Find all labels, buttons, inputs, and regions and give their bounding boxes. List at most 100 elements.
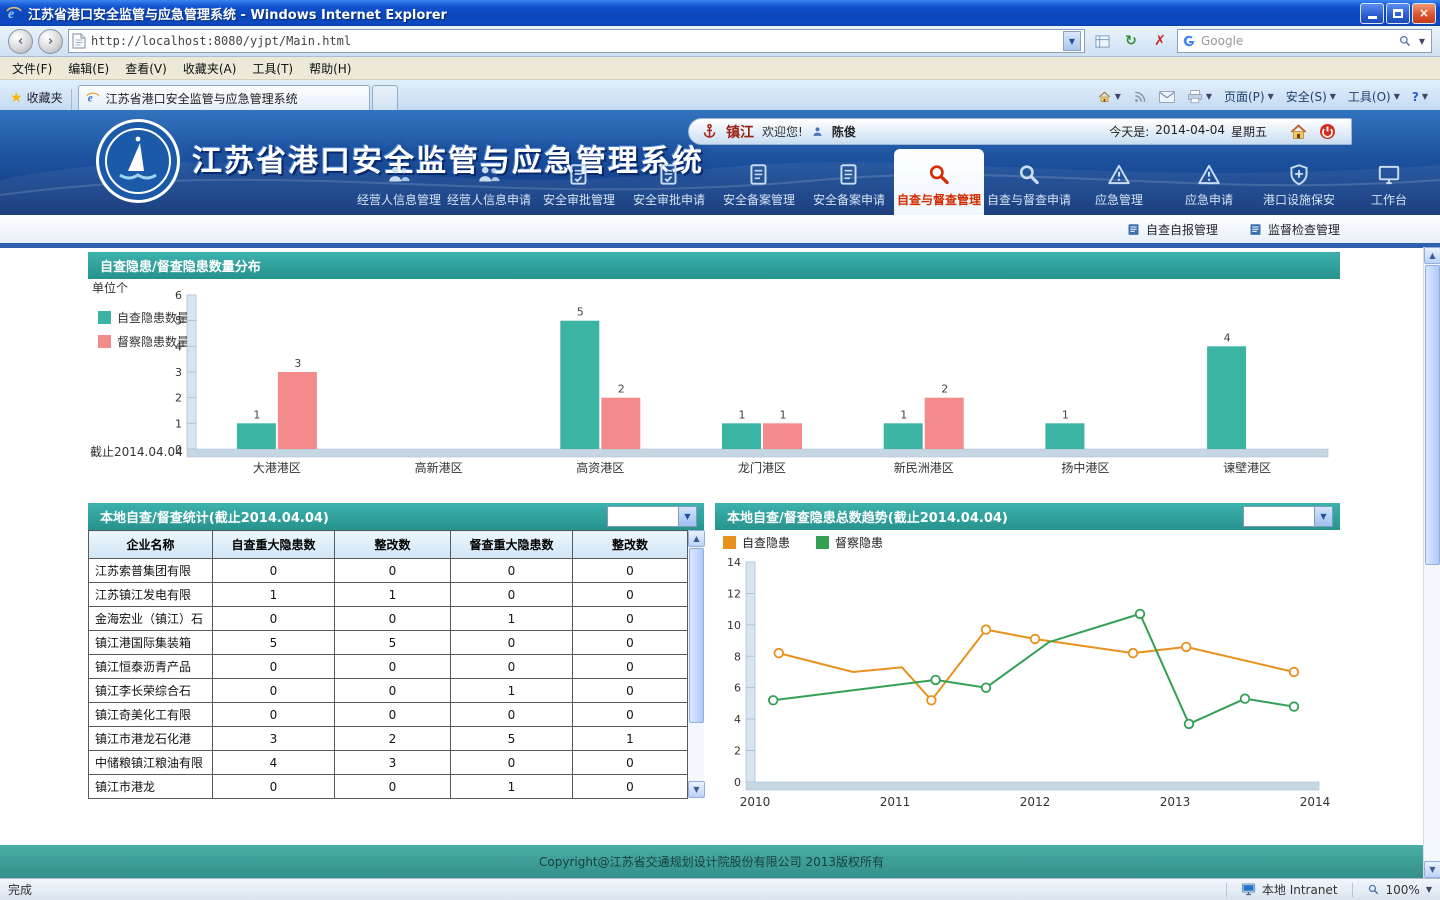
logout-power-icon[interactable] [1318, 122, 1337, 141]
favorites-label: 收藏夹 [27, 89, 63, 106]
table-scroll-thumb[interactable] [689, 548, 704, 723]
chevron-down-icon[interactable]: ▼ [1314, 507, 1332, 526]
svg-text:新民洲港区: 新民洲港区 [894, 460, 954, 475]
address-bar: ‹ › http://localhost:8080/yjpt/Main.html… [0, 26, 1440, 57]
print-button[interactable]: ▼ [1187, 90, 1212, 104]
svg-text:12: 12 [727, 587, 741, 600]
svg-text:2: 2 [941, 383, 948, 396]
nav-item-1[interactable]: 经营人信息管理 [354, 158, 444, 215]
nav-item-4[interactable]: 安全审批申请 [624, 158, 714, 215]
new-tab-stub[interactable] [372, 85, 398, 110]
nav-item-12[interactable]: 工作台 [1344, 158, 1434, 215]
trend-filter-dropdown[interactable]: ▼ [1243, 506, 1333, 527]
table-filter-dropdown[interactable]: ▼ [607, 506, 697, 527]
maximize-button[interactable] [1386, 3, 1410, 24]
forward-button[interactable]: › [38, 29, 63, 54]
menu-item-3[interactable]: 查看(V) [117, 58, 175, 79]
welcome-label: 欢迎您! [762, 123, 803, 140]
zoom-level[interactable]: 100% [1386, 883, 1420, 897]
url-history-dropdown[interactable]: ▼ [1063, 31, 1081, 51]
minimize-button[interactable] [1360, 3, 1384, 24]
portal-home-icon[interactable] [1289, 123, 1308, 141]
bar-chart-panel: 自查隐患/督查隐患数量分布 单位个自查隐患数量督察隐患数量0123456大港港区… [88, 252, 1340, 485]
user-name: 陈俊 [832, 123, 856, 140]
table-row[interactable]: 金海宏业（镇江）石0010 [89, 607, 688, 631]
table-row[interactable]: 镇江李长荣综合石0010 [89, 679, 688, 703]
svg-text:大港港区: 大港港区 [253, 461, 301, 475]
search-dropdown-arrow[interactable]: ▼ [1417, 37, 1427, 46]
menu-item-6[interactable]: 帮助(H) [301, 58, 359, 79]
menu-item-5[interactable]: 工具(T) [244, 58, 301, 79]
compatibility-view-button[interactable] [1090, 29, 1114, 53]
mail-icon[interactable] [1159, 91, 1175, 103]
page-scrollbar[interactable]: ▲ ▼ [1423, 247, 1440, 878]
svg-text:1: 1 [780, 408, 787, 421]
city-label: 镇江 [726, 122, 754, 142]
doc-check-icon [566, 162, 592, 188]
help-button[interactable]: ?▼ [1412, 90, 1428, 104]
tab-title: 江苏省港口安全监管与应急管理系统 [106, 90, 298, 107]
table-row[interactable]: 镇江奇美化工有限0000 [89, 703, 688, 727]
menu-item-1[interactable]: 文件(F) [4, 58, 60, 79]
stop-button[interactable]: ✗ [1148, 29, 1172, 53]
menu-item-2[interactable]: 编辑(E) [60, 58, 117, 79]
nav-item-10[interactable]: 应急申请 [1164, 158, 1254, 215]
nav-item-8[interactable]: 自查与督查申请 [984, 158, 1074, 215]
close-button[interactable]: × [1412, 3, 1436, 24]
search-input[interactable]: Google [1201, 34, 1393, 48]
table-row[interactable]: 镇江市港龙0010 [89, 775, 688, 799]
hazard-trend-line-chart: 0246810121420102011201220132014 [715, 554, 1340, 812]
nav-item-6[interactable]: 安全备案申请 [804, 158, 894, 215]
nav-item-9[interactable]: 应急管理 [1074, 158, 1164, 215]
nav-item-11[interactable]: 港口设施保安 [1254, 158, 1344, 215]
scroll-down-icon[interactable]: ▼ [1424, 861, 1440, 878]
hazard-distribution-bar-chart: 单位个自查隐患数量督察隐患数量0123456大港港区13高新港区高资港区52龙门… [88, 279, 1340, 485]
nav-item-5[interactable]: 安全备案管理 [714, 158, 804, 215]
browser-tab[interactable]: e 江苏省港口安全监管与应急管理系统 [78, 85, 370, 110]
nav-item-2[interactable]: 经营人信息申请 [444, 158, 534, 215]
back-button[interactable]: ‹ [8, 29, 33, 54]
subnav-item-2[interactable]: 监督检查管理 [1248, 221, 1340, 238]
home-button[interactable]: ▼ [1097, 90, 1121, 104]
table-scrollbar[interactable]: ▲ ▼ [688, 530, 704, 798]
tab-favicon-icon: e [86, 91, 100, 105]
search-magnifier-icon[interactable] [1398, 34, 1412, 48]
svg-text:1: 1 [1062, 408, 1069, 421]
table-header-2: 自查重大隐患数 [213, 531, 335, 559]
page-scroll-thumb[interactable] [1425, 265, 1440, 565]
page-icon [72, 33, 86, 49]
zoom-dropdown-arrow[interactable]: ▼ [1426, 885, 1432, 894]
command-button-1[interactable]: 页面(P)▼ [1224, 88, 1274, 105]
table-row[interactable]: 中储粮镇江粮油有限4300 [89, 751, 688, 775]
url-field[interactable]: http://localhost:8080/yjpt/Main.html ▼ [68, 29, 1085, 53]
subnav-item-1[interactable]: 自查自报管理 [1126, 221, 1218, 238]
svg-text:2011: 2011 [880, 795, 911, 809]
nav-item-3[interactable]: 安全审批管理 [534, 158, 624, 215]
table-row[interactable]: 镇江恒泰沥青产品0000 [89, 655, 688, 679]
table-row[interactable]: 江苏镇江发电有限1100 [89, 583, 688, 607]
search-box[interactable]: Google ▼ [1177, 29, 1432, 53]
people-icon [476, 162, 502, 188]
table-row[interactable]: 镇江市港龙石化港3251 [89, 727, 688, 751]
table-row[interactable]: 镇江港国际集装箱5500 [89, 631, 688, 655]
command-buttons: 页面(P)▼ 安全(S)▼ 工具(O)▼ [1224, 88, 1400, 105]
feeds-icon[interactable] [1133, 90, 1147, 104]
svg-text:扬中港区: 扬中港区 [1061, 460, 1109, 475]
svg-text:4: 4 [175, 340, 182, 353]
table-row[interactable]: 江苏索普集团有限0000 [89, 559, 688, 583]
scroll-down-icon[interactable]: ▼ [688, 781, 705, 798]
command-button-3[interactable]: 工具(O)▼ [1348, 88, 1400, 105]
main-nav: 经营人信息管理经营人信息申请安全审批管理安全审批申请安全备案管理安全备案申请自查… [354, 149, 1434, 215]
favorites-button[interactable]: ★ 收藏夹 [6, 89, 72, 110]
scroll-up-icon[interactable]: ▲ [1424, 247, 1440, 264]
nav-item-7[interactable]: 自查与督查管理 [894, 149, 984, 215]
svg-text:2013: 2013 [1160, 795, 1191, 809]
menu-item-4[interactable]: 收藏夹(A) [175, 58, 245, 79]
zoom-magnifier-icon[interactable] [1367, 883, 1380, 896]
chevron-down-icon[interactable]: ▼ [678, 507, 696, 526]
command-button-2[interactable]: 安全(S)▼ [1286, 88, 1336, 105]
titlebar[interactable]: e 江苏省港口安全监管与应急管理系统 - Windows Internet Ex… [0, 0, 1440, 26]
svg-text:1: 1 [739, 408, 746, 421]
refresh-button[interactable]: ↻ [1119, 29, 1143, 53]
scroll-up-icon[interactable]: ▲ [688, 530, 705, 547]
